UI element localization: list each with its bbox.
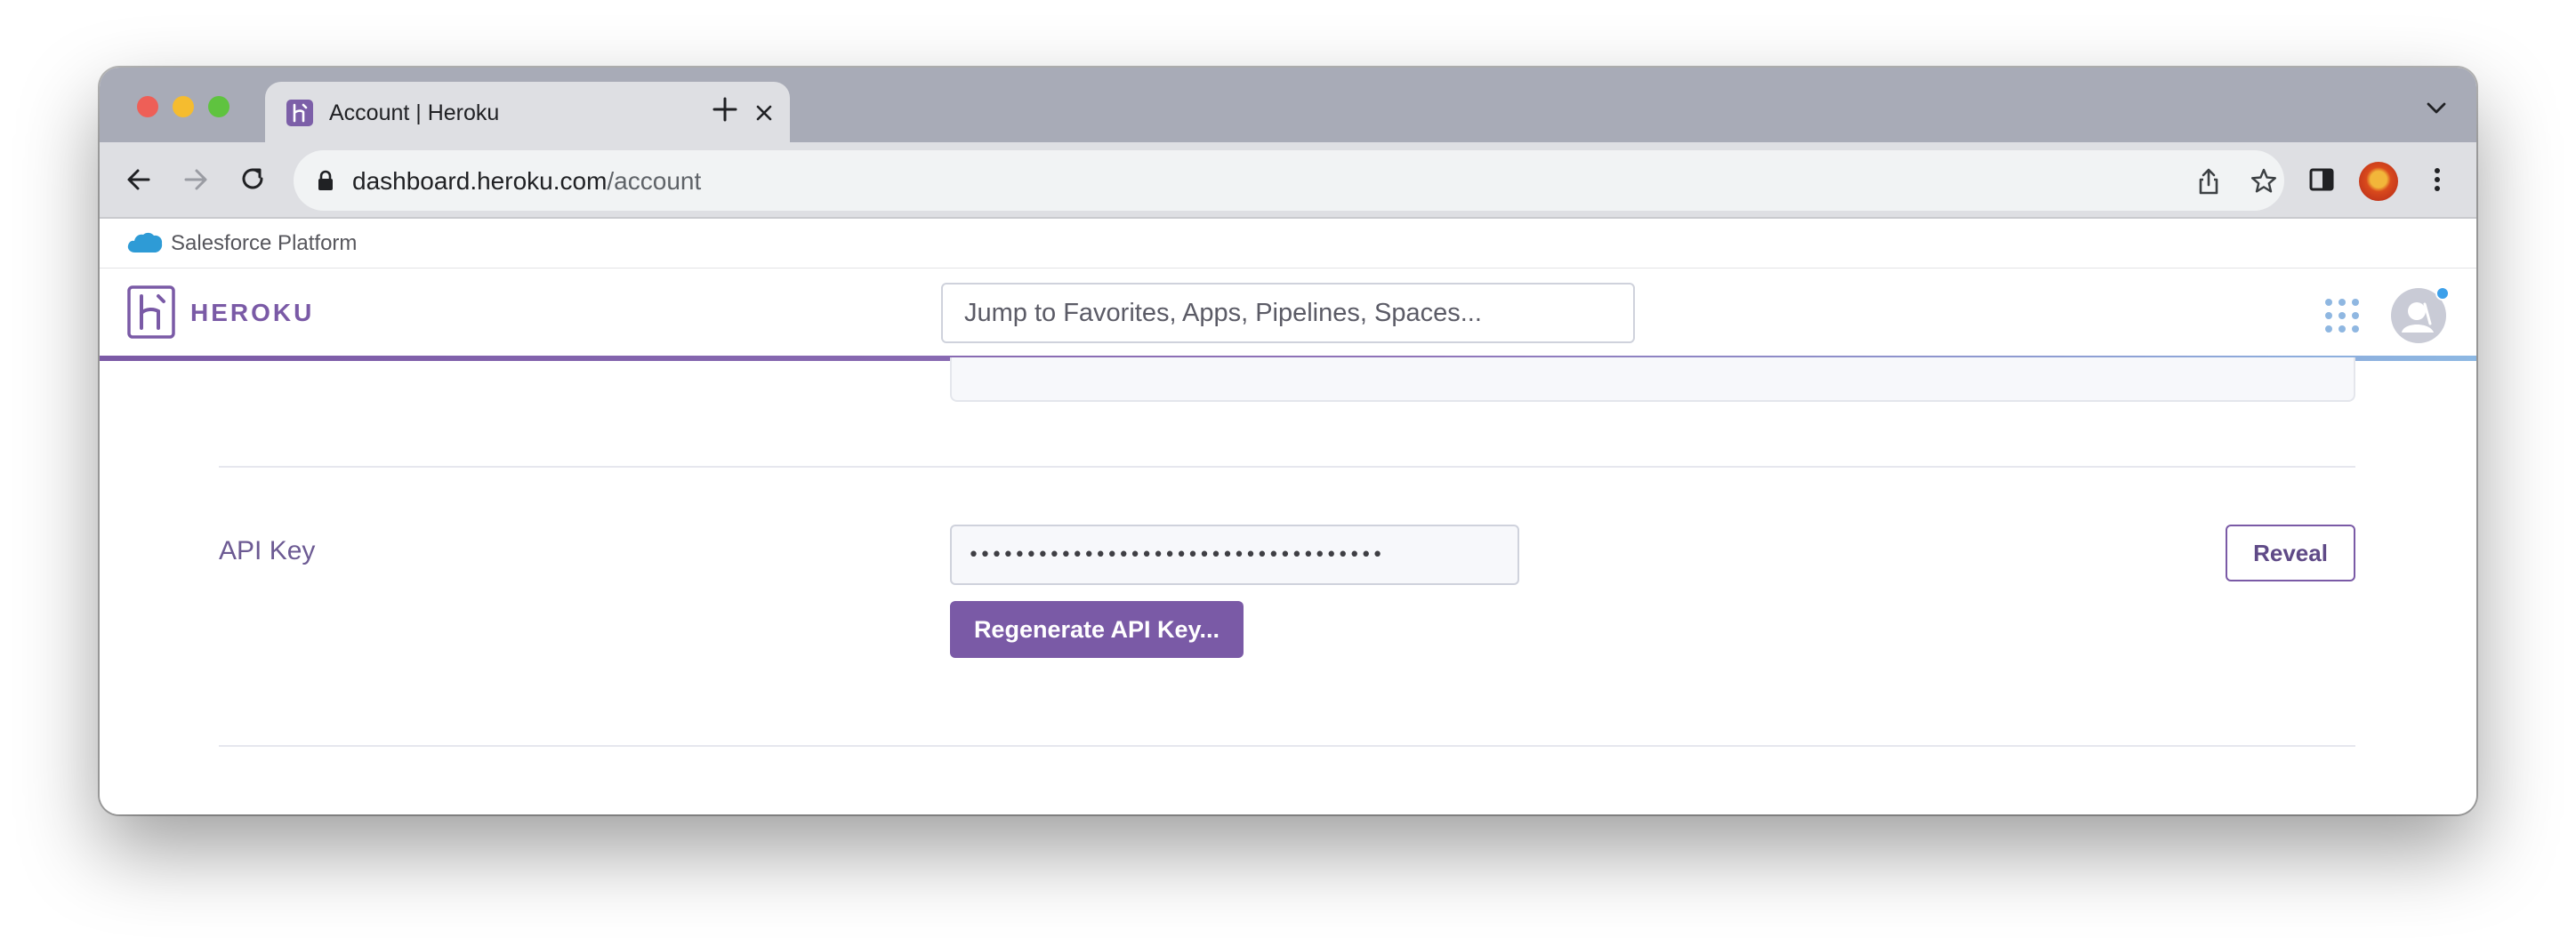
- section-divider: [219, 466, 2355, 468]
- browser-profile-avatar[interactable]: [2359, 162, 2398, 201]
- api-key-field[interactable]: [950, 525, 1519, 585]
- maximize-window-button[interactable]: [208, 96, 229, 117]
- reveal-button[interactable]: Reveal: [2226, 525, 2355, 581]
- side-panel-icon[interactable]: [2306, 164, 2338, 196]
- previous-field-box: [950, 357, 2355, 402]
- notification-dot: [2435, 286, 2450, 301]
- heroku-search-input[interactable]: [941, 283, 1635, 343]
- share-icon[interactable]: [2194, 166, 2224, 196]
- forward-arrow-icon[interactable]: [180, 164, 212, 196]
- minimize-window-button[interactable]: [173, 96, 194, 117]
- section-divider: [219, 745, 2355, 747]
- url-domain: dashboard.heroku.com: [352, 167, 608, 195]
- close-window-button[interactable]: [137, 96, 158, 117]
- more-menu-icon[interactable]: [2421, 164, 2453, 196]
- bookmark-star-icon[interactable]: [2249, 166, 2279, 196]
- chevron-down-icon[interactable]: [2423, 100, 2450, 117]
- url-path: /account: [607, 167, 702, 195]
- address-bar[interactable]: dashboard.heroku.com/account: [294, 150, 2284, 211]
- salesforce-platform-bar: Salesforce Platform: [100, 219, 2476, 269]
- close-tab-icon[interactable]: [751, 100, 777, 126]
- heroku-header: HEROKU: [100, 269, 2476, 359]
- apps-grid-icon[interactable]: [2323, 297, 2361, 334]
- heroku-favicon-icon: [286, 100, 313, 126]
- salesforce-cloud-icon: [126, 229, 164, 256]
- page-viewport: Salesforce Platform HEROKU Jump to Favor…: [100, 219, 2476, 814]
- browser-window: Account | Heroku dashboard.heroku.com/ac…: [100, 68, 2476, 814]
- api-key-label: API Key: [219, 536, 316, 565]
- new-tab-icon[interactable]: [710, 94, 740, 124]
- regenerate-api-key-button[interactable]: Regenerate API Key...: [950, 601, 1244, 658]
- lock-icon[interactable]: [317, 170, 334, 191]
- salesforce-platform-label: Salesforce Platform: [171, 231, 358, 255]
- heroku-logo-icon[interactable]: [126, 285, 176, 340]
- browser-toolbar: dashboard.heroku.com/account: [100, 142, 2476, 219]
- account-content: API Key Regenerate API Key... Reveal: [100, 357, 2476, 814]
- back-arrow-icon[interactable]: [123, 164, 155, 196]
- tab-strip: Account | Heroku: [100, 68, 2476, 142]
- reload-icon[interactable]: [237, 164, 269, 196]
- heroku-wordmark[interactable]: HEROKU: [190, 299, 314, 327]
- tab-title: Account | Heroku: [329, 100, 500, 125]
- url-text: dashboard.heroku.com/account: [352, 167, 701, 196]
